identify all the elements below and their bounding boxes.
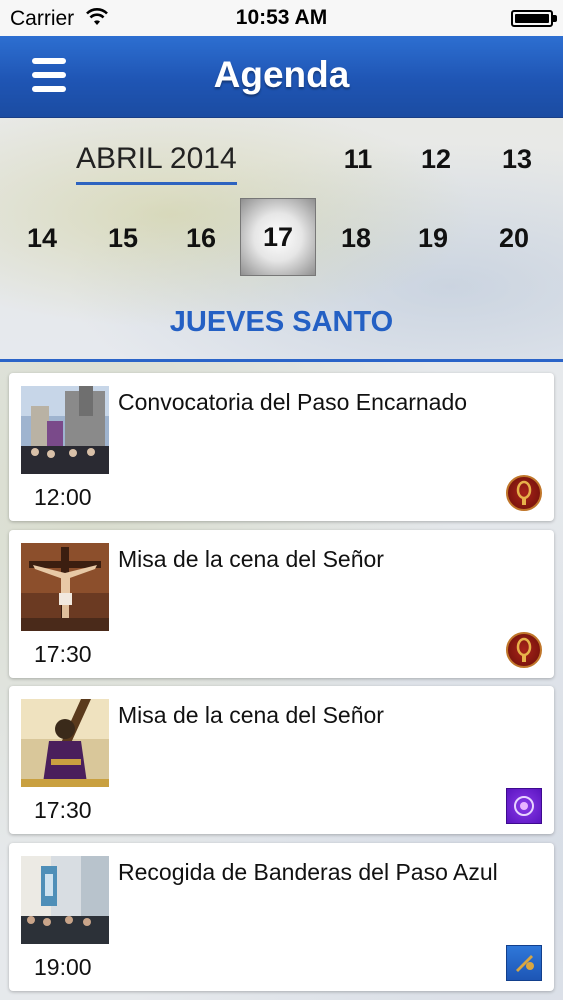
- battery-tip: [553, 15, 557, 22]
- event-title: Recogida de Banderas del Paso Azul: [118, 859, 498, 885]
- event-thumbnail: [21, 699, 109, 787]
- paso-encarnado-emblem-icon: [506, 475, 542, 511]
- paso-morado-emblem-icon: [506, 788, 542, 824]
- day-16[interactable]: 16: [163, 199, 239, 277]
- event-thumbnail: [21, 856, 109, 944]
- day-14[interactable]: 14: [4, 199, 80, 277]
- day-18[interactable]: 18: [318, 199, 394, 277]
- event-thumbnail: [21, 543, 109, 631]
- paso-azul-emblem-icon: [506, 945, 542, 981]
- event-thumbnail: [21, 386, 109, 474]
- nav-bar: Agenda: [0, 36, 563, 118]
- event-time: 19:00: [34, 954, 92, 980]
- event-time: 17:30: [34, 641, 92, 667]
- calendar-strip: ABRIL 2014 11 12 13 14 15 16 17 18 19 20…: [0, 118, 563, 362]
- day-13[interactable]: 13: [479, 120, 555, 198]
- event-time: 17:30: [34, 797, 92, 823]
- battery-icon: [511, 10, 553, 27]
- event-card[interactable]: Recogida de Banderas del Paso Azul 19:00: [9, 843, 554, 991]
- day-19[interactable]: 19: [395, 199, 471, 277]
- status-bar: Carrier 10:53 AM: [0, 0, 563, 36]
- day-12[interactable]: 12: [398, 120, 474, 198]
- day-17-selected[interactable]: 17: [240, 198, 316, 276]
- paso-encarnado-emblem-icon: [506, 632, 542, 668]
- day-20[interactable]: 20: [476, 199, 552, 277]
- event-card[interactable]: Misa de la cena del Señor 17:30: [9, 686, 554, 834]
- day-title: JUEVES SANTO: [169, 306, 394, 338]
- event-time: 12:00: [34, 484, 92, 510]
- day-15[interactable]: 15: [85, 199, 161, 277]
- day-11[interactable]: 11: [320, 120, 396, 198]
- month-selector[interactable]: ABRIL 2014: [76, 142, 237, 185]
- page-title: Agenda: [213, 54, 350, 95]
- event-title: Misa de la cena del Señor: [118, 702, 384, 728]
- event-title: Convocatoria del Paso Encarnado: [118, 389, 468, 415]
- event-title: Misa de la cena del Señor: [118, 546, 384, 572]
- event-list[interactable]: Convocatoria del Paso Encarnado 12:00 Mi…: [0, 362, 563, 1000]
- event-card[interactable]: Misa de la cena del Señor 17:30: [9, 530, 554, 678]
- status-time: 10:53 AM: [235, 6, 328, 29]
- event-card[interactable]: Convocatoria del Paso Encarnado 12:00: [9, 373, 554, 521]
